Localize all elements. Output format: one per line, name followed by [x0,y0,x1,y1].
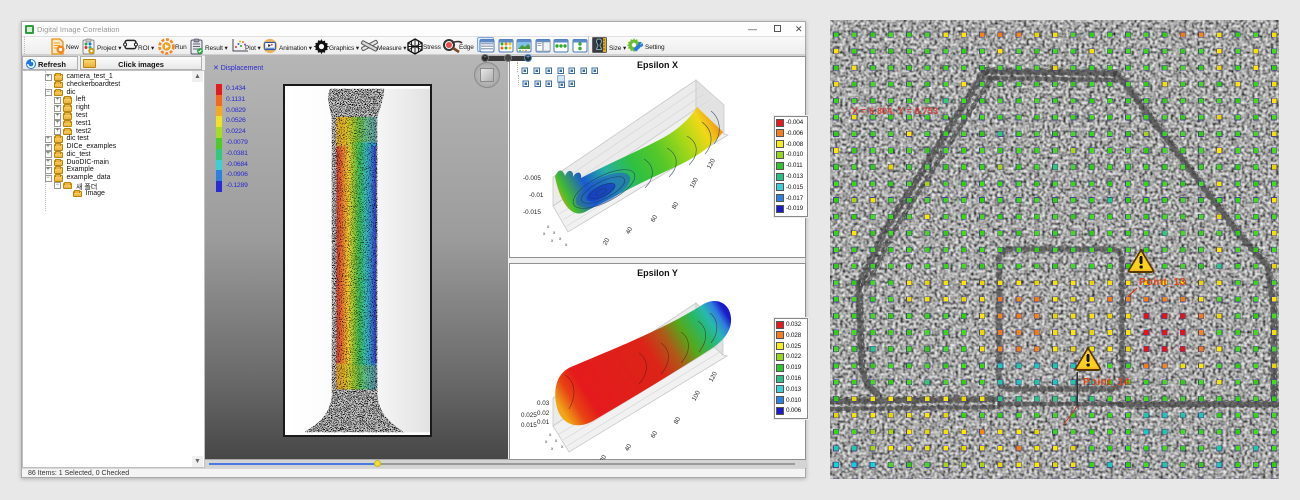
svg-text:-0.01: -0.01 [529,192,544,199]
svg-text:x: x [547,225,550,230]
svg-text:0.015: 0.015 [521,422,537,429]
svg-text:0.01: 0.01 [537,419,550,426]
svg-text:x: x [555,439,558,444]
svg-text:x: x [553,231,556,236]
svg-text:X = 6.804, Y = 8.753: X = 6.804, Y = 8.753 [852,106,938,116]
svg-text:40: 40 [625,226,635,236]
svg-text:x: x [545,440,548,445]
svg-text:x: x [549,433,552,438]
svg-text:0.02: 0.02 [537,410,550,417]
svg-text:20: 20 [602,237,612,247]
svg-text:Point_13: Point_13 [1139,276,1186,288]
svg-text:x: x [561,445,564,450]
svg-text:-0.005: -0.005 [523,175,541,182]
svg-text:100: 100 [691,389,702,402]
svg-text:80: 80 [673,416,683,426]
svg-text:40: 40 [624,443,634,453]
svg-text:-0.015: -0.015 [523,209,541,216]
svg-text:x: x [559,237,562,242]
svg-text:80: 80 [671,201,681,211]
svg-text:Point_14: Point_14 [1083,376,1130,388]
svg-text:100: 100 [689,176,700,189]
svg-text:60: 60 [650,430,660,440]
svg-text:20: 20 [599,454,609,460]
svg-text:0.03: 0.03 [537,400,550,407]
svg-text:x: x [565,243,568,248]
svg-text:120: 120 [706,157,717,170]
svg-text:x: x [543,232,546,237]
svg-text:0.025: 0.025 [521,412,537,419]
svg-text:x: x [551,447,554,452]
svg-text:60: 60 [650,214,660,224]
svg-text:x: x [551,239,554,244]
svg-text:120: 120 [708,370,719,383]
